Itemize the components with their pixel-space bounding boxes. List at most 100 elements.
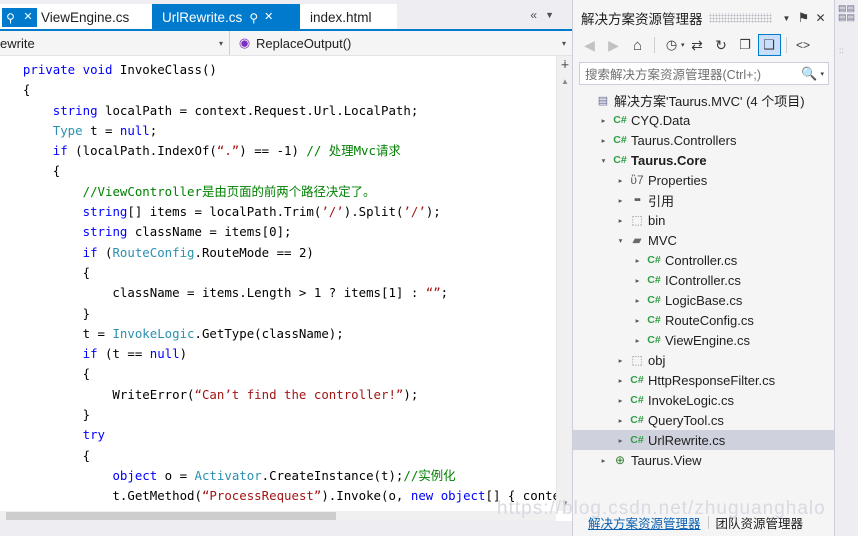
tab-viewengine-cs[interactable]: ⚲ ✕ ViewEngine.cs (0, 4, 152, 31)
editor-vertical-scrollbar[interactable]: ∔ ▲ ▼ (556, 56, 573, 511)
code-line: Type t = null; (52, 122, 158, 138)
source-code-text[interactable]: private void InvokeClass() { string loca… (0, 56, 556, 511)
chevron-right-icon[interactable]: ▸ (613, 416, 628, 425)
chevron-down-icon[interactable]: ▾ (681, 41, 685, 49)
toolbox-panel-icon[interactable]: ▤▤ ▤▤ (838, 4, 856, 44)
editor-horizontal-scrollbar[interactable] (0, 511, 556, 521)
view-code-button[interactable]: <> (792, 34, 815, 56)
csharp-file-icon: C# (647, 254, 661, 266)
tree-item[interactable]: ▸ C# Taurus.Controllers (573, 130, 835, 150)
pin-icon[interactable]: ⚲ (2, 8, 19, 27)
code-line: } (8, 407, 91, 423)
tree-item[interactable]: ▸ C# InvokeLogic.cs (573, 390, 835, 410)
close-icon[interactable]: ✕ (812, 9, 829, 27)
tree-item-label: Controller.cs (665, 252, 738, 268)
type-dropdown[interactable]: ewrite ▾ (0, 31, 230, 55)
tree-item[interactable]: ▸ C# RouteConfig.cs (573, 310, 835, 330)
scroll-up-icon[interactable]: ▲ (557, 74, 573, 89)
method-private-icon: ◉ (238, 35, 251, 50)
tree-item[interactable]: ▸ C# Controller.cs (573, 250, 835, 270)
code-line: string className = items[0]; (82, 224, 292, 240)
tree-item[interactable]: ▸ C# QueryTool.cs (573, 410, 835, 430)
chevron-down-icon[interactable]: ▾ (613, 236, 628, 245)
close-icon[interactable]: ✕ (261, 8, 276, 28)
home-button[interactable]: ⌂ (626, 34, 649, 56)
solution-explorer-toolbar: ◀ ▶ ⌂ ◷ ▾ ⇄ ↻ ❐ ❑ <> (573, 32, 835, 58)
pending-changes-button[interactable]: ◷ (660, 34, 683, 56)
code-line: { (8, 447, 91, 463)
tree-item[interactable]: ▸ C# LogicBase.cs (573, 290, 835, 310)
show-all-files-button[interactable]: ❑ (757, 34, 781, 56)
tree-item[interactable]: ▾ ▰ MVC (573, 230, 835, 250)
chevron-right-icon[interactable]: ▸ (613, 216, 628, 225)
tree-item[interactable]: ▸ C# ViewEngine.cs (573, 330, 835, 350)
tree-item[interactable]: ▸ C# HttpResponseFilter.cs (573, 370, 835, 390)
chevron-down-icon: ▾ (561, 38, 566, 48)
references-icon: ▪▪ (634, 194, 641, 206)
tree-item-label: Taurus.View (631, 452, 702, 468)
pin-icon[interactable]: ⚲ (246, 8, 261, 28)
pin-icon[interactable]: ⚑ (795, 9, 812, 27)
tree-item[interactable]: ▸ ὒ7 Properties (573, 170, 835, 190)
close-icon[interactable]: ✕ (19, 8, 37, 27)
tree-item-label: CYQ.Data (631, 112, 691, 128)
csharp-file-icon: C# (647, 314, 661, 326)
scrollbar-thumb-horizontal[interactable] (6, 512, 336, 520)
chevron-right-icon[interactable]: ▸ (630, 296, 645, 305)
chevron-right-icon[interactable]: ▸ (630, 256, 645, 265)
tree-item-label: LogicBase.cs (665, 292, 743, 308)
chevron-right-icon[interactable]: ▸ (596, 116, 611, 125)
chevron-right-icon[interactable]: ▸ (630, 316, 645, 325)
tab-team-explorer[interactable]: 团队资源管理器 (709, 513, 811, 532)
drag-handle-dots[interactable] (708, 13, 772, 23)
tree-item-label: RouteConfig.cs (665, 312, 754, 328)
chevron-right-icon[interactable]: ▸ (613, 396, 628, 405)
collapse-all-button[interactable]: ❐ (734, 34, 757, 56)
tab-index-html[interactable]: index.html (300, 4, 397, 31)
dock-pins-icon[interactable]: :: (839, 46, 843, 55)
tree-item[interactable]: ▸ ⬚ bin (573, 210, 835, 230)
csharp-file-icon: C# (647, 294, 661, 306)
search-icon[interactable]: 🔍 (801, 66, 817, 82)
tab-list-dropdown-icon[interactable]: ▼ (545, 10, 554, 20)
chevron-right-icon[interactable]: ▸ (613, 376, 628, 385)
tab-urlrewrite-cs[interactable]: UrlRewrite.cs ⚲ ✕ (152, 4, 300, 31)
tree-item[interactable]: ▸ C# IController.cs (573, 270, 835, 290)
code-line: if (localPath.IndexOf(“.”) == -1) // 处理M… (52, 143, 401, 159)
tree-item[interactable]: ▾ C# Taurus.Core (573, 150, 835, 170)
tree-item[interactable]: ▸ C# CYQ.Data (573, 110, 835, 130)
chevron-right-icon[interactable]: ▸ (630, 336, 645, 345)
tab-solution-explorer[interactable]: 解决方案资源管理器 (581, 513, 708, 532)
tab-scroll-left-icon[interactable]: « (530, 8, 537, 22)
sync-with-active-document-button[interactable]: ⇄ (686, 34, 709, 56)
forward-button[interactable]: ▶ (602, 34, 625, 56)
scroll-down-icon[interactable]: ▼ (557, 496, 573, 511)
chevron-down-icon[interactable]: ▾ (820, 70, 824, 78)
csharp-file-icon: C# (630, 374, 644, 386)
code-line: t = InvokeLogic.GetType(className); (8, 325, 344, 341)
chevron-right-icon[interactable]: ▸ (596, 136, 611, 145)
back-button[interactable]: ◀ (578, 34, 601, 56)
tree-item-label: Taurus.Core (631, 152, 707, 168)
code-editor-surface[interactable]: private void InvokeClass() { string loca… (0, 56, 556, 511)
split-view-icon[interactable]: ∔ (557, 56, 573, 73)
tree-item[interactable]: ▤ 解决方案'Taurus.MVC' (4 个项目) (573, 90, 835, 110)
tree-item[interactable]: ▸ ▪▪ 引用 (573, 190, 835, 210)
refresh-button[interactable]: ↻ (710, 34, 733, 56)
chevron-right-icon[interactable]: ▸ (613, 436, 628, 445)
chevron-right-icon[interactable]: ▸ (630, 276, 645, 285)
tree-item[interactable]: ▸ ⬚ obj (573, 350, 835, 370)
chevron-right-icon[interactable]: ▸ (613, 356, 628, 365)
code-line: try (82, 427, 105, 443)
member-dropdown[interactable]: ◉ ReplaceOutput() ▾ (230, 31, 572, 55)
chevron-down-icon[interactable]: ▾ (596, 156, 611, 165)
chevron-right-icon[interactable]: ▸ (613, 196, 628, 205)
tree-item-label: QueryTool.cs (648, 412, 724, 428)
solution-tree[interactable]: ▤ 解决方案'Taurus.MVC' (4 个项目) ▸ C# CYQ.Data ▸ C# T… (573, 90, 835, 501)
tree-item[interactable]: ▸ C# UrlRewrite.cs (573, 430, 835, 450)
dropdown-icon[interactable]: ▼ (778, 9, 795, 27)
chevron-right-icon[interactable]: ▸ (596, 456, 611, 465)
chevron-right-icon[interactable]: ▸ (613, 176, 628, 185)
tree-item[interactable]: ▸ ⊕ Taurus.View (573, 450, 835, 470)
search-input[interactable]: 搜索解决方案资源管理器(Ctrl+;) 🔍 ▾ (579, 62, 829, 85)
